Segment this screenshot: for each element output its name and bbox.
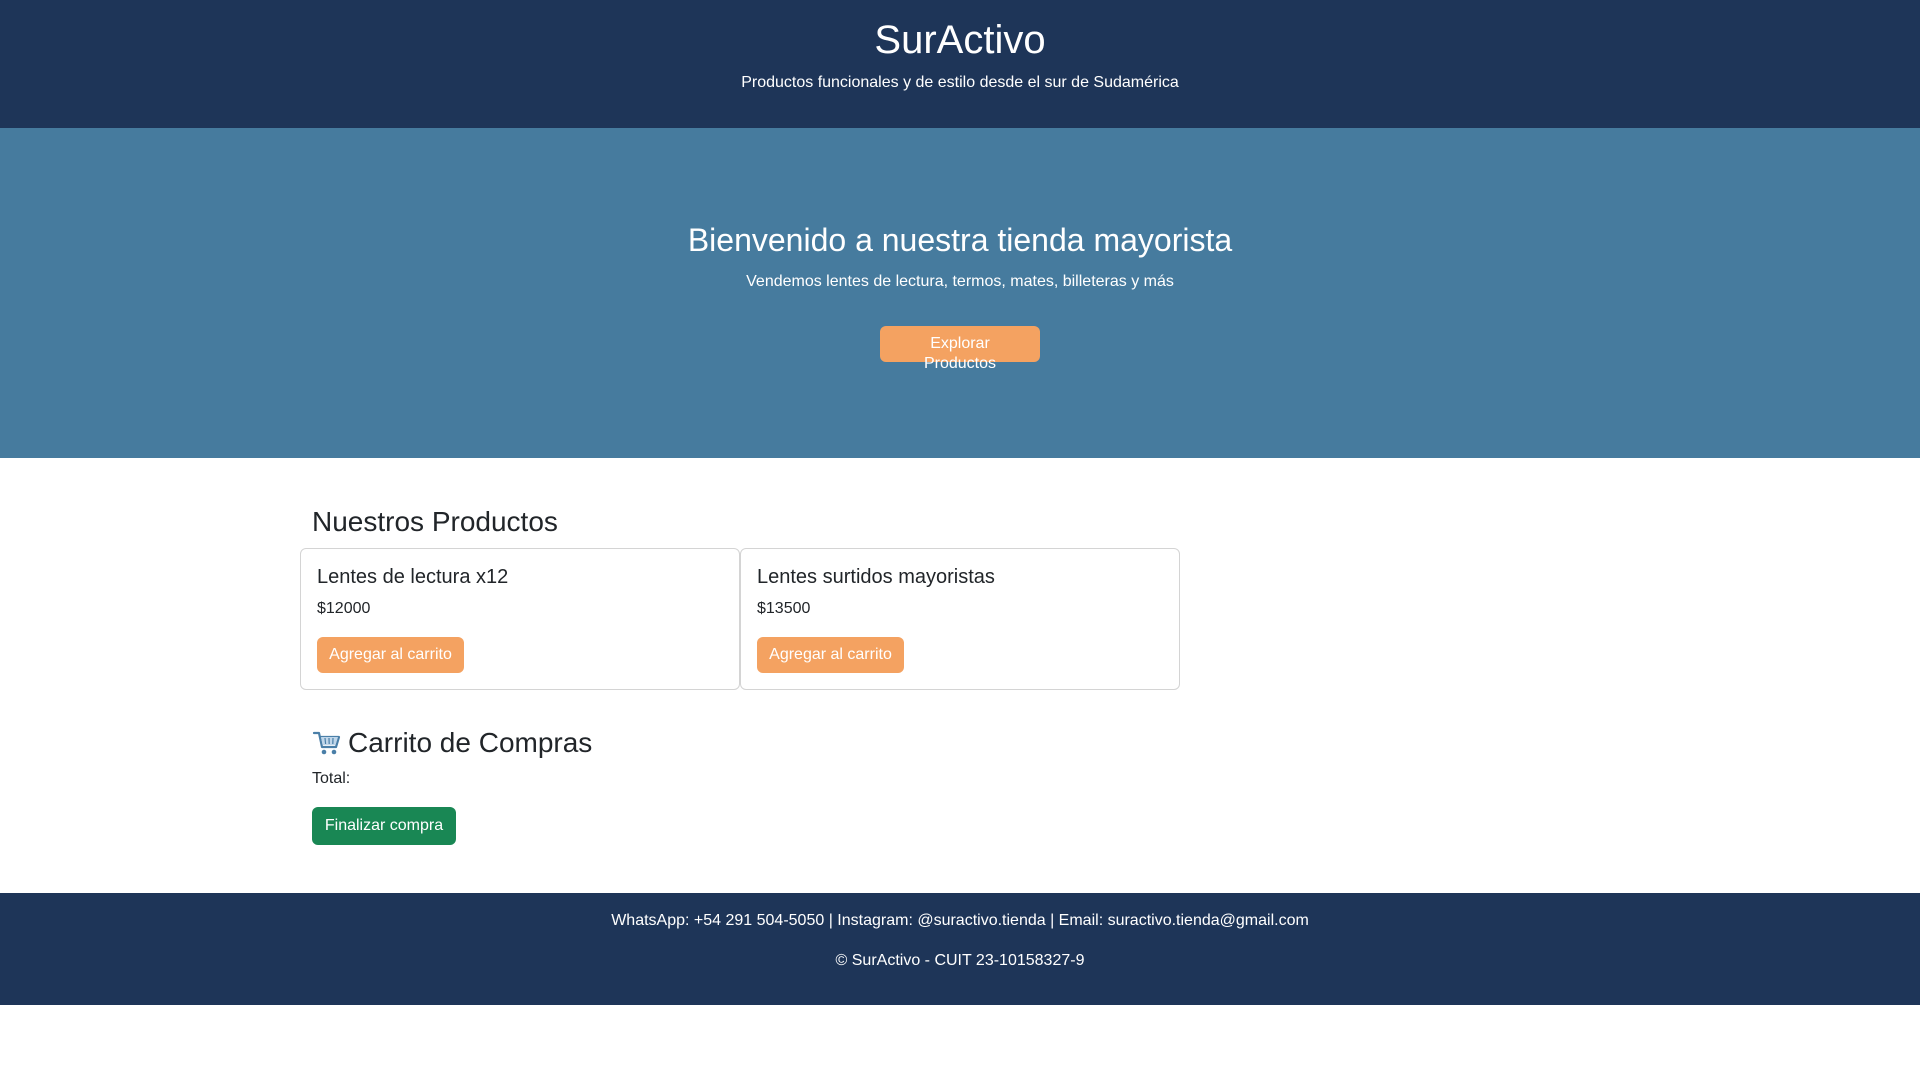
product-name: Lentes surtidos mayoristas bbox=[757, 566, 995, 588]
product-card: Lentes de lectura x12 $12000 Agregar al … bbox=[300, 548, 740, 690]
product-card: Lentes surtidos mayoristas $13500 Agrega… bbox=[740, 548, 1180, 690]
site-header: SurActivo Productos funcionales y de est… bbox=[0, 0, 1920, 128]
cart-total: Total: bbox=[312, 770, 351, 787]
add-to-cart-button[interactable]: Agregar al carrito bbox=[317, 637, 464, 673]
footer-copyright: © SurActivo - CUIT 23-10158327-9 bbox=[835, 952, 1085, 969]
product-name: Lentes de lectura x12 bbox=[317, 566, 509, 588]
cart-title-text: Carrito de Compras bbox=[348, 727, 593, 758]
brand-title: SurActivo bbox=[874, 18, 1046, 62]
checkout-button[interactable]: Finalizar compra bbox=[312, 807, 456, 845]
hero-subtitle: Vendemos lentes de lectura, termos, mate… bbox=[746, 273, 1174, 290]
product-price: $13500 bbox=[757, 600, 811, 617]
products-section-title: Nuestros Productos bbox=[312, 506, 558, 537]
footer-contacts: WhatsApp: +54 291 504-5050 | Instagram: … bbox=[611, 912, 1309, 929]
brand-tagline: Productos funcionales y de estilo desde … bbox=[741, 74, 1179, 91]
explore-products-button[interactable]: Explorar Productos bbox=[880, 326, 1040, 372]
shopping-cart-icon bbox=[312, 731, 341, 755]
site-footer: WhatsApp: +54 291 504-5050 | Instagram: … bbox=[0, 893, 1920, 1005]
cart-section-title: Carrito de Compras bbox=[312, 726, 592, 760]
hero-title: Bienvenido a nuestra tienda mayorista bbox=[687, 222, 1233, 258]
product-price: $12000 bbox=[317, 600, 371, 617]
add-to-cart-button[interactable]: Agregar al carrito bbox=[757, 637, 904, 673]
hero-banner: Bienvenido a nuestra tienda mayorista Ve… bbox=[0, 128, 1920, 458]
